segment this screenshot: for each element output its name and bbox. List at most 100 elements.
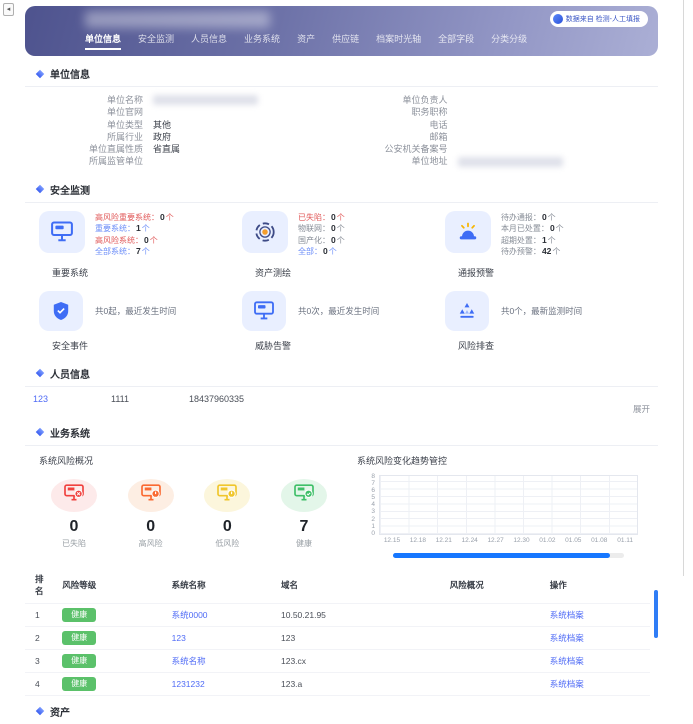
- chart-horizontal-scrollbar: [393, 553, 624, 558]
- low-risk-monitor-icon: [217, 484, 237, 506]
- monitor-icon: [39, 211, 85, 253]
- col-rank: 排名: [25, 568, 56, 604]
- cell-risk-overview: [444, 672, 544, 695]
- field-regulator: 所属监管单位: [31, 155, 336, 167]
- field-phone: 电话: [336, 119, 641, 131]
- section-title: 安全监测: [50, 182, 90, 197]
- tab-business-systems[interactable]: 业务系统: [244, 32, 280, 50]
- stat-card-healthy: 7 健康: [271, 479, 337, 549]
- cell-risk-overview: [444, 626, 544, 649]
- event-card-text: 共0次，最近发生时间: [298, 305, 379, 317]
- section-diamond-icon: [36, 185, 44, 193]
- field-unit-address: 单位地址: [336, 155, 641, 167]
- stat-overdue: 超期处置：1个: [501, 235, 564, 247]
- stat-value: 7: [271, 519, 337, 535]
- event-cards-row: 共0起，最近发生时间 安全事件 共0次，最近发生时间 威胁告警: [25, 279, 658, 358]
- section-diamond-icon: [36, 707, 44, 715]
- risk-scan-icon: [445, 291, 489, 331]
- tab-assets[interactable]: 资产: [297, 32, 315, 50]
- stat-label: 健康: [271, 538, 337, 549]
- cell-domain: 123.a: [275, 672, 444, 695]
- cell-rank: 3: [25, 649, 56, 672]
- field-industry: 所属行业 政府: [31, 131, 336, 143]
- field-unit-type: 单位类型 其他: [31, 119, 336, 131]
- siren-icon: [445, 211, 491, 253]
- collapse-panel-button[interactable]: ◂: [3, 3, 14, 16]
- event-card-security-events: 共0起，最近发生时间 安全事件: [39, 291, 242, 352]
- stat-value: 0: [118, 519, 184, 535]
- system-archive-link[interactable]: 系统档案: [550, 656, 584, 666]
- tab-supply-chain[interactable]: 供应链: [332, 32, 359, 50]
- radar-icon: [242, 211, 288, 253]
- alert-monitor-icon: [242, 291, 286, 331]
- shield-icon: [39, 291, 83, 331]
- tab-archive-timeline[interactable]: 档案时光轴: [376, 32, 421, 50]
- cell-rank: 2: [25, 626, 56, 649]
- risk-level-badge[interactable]: 健康: [62, 608, 96, 622]
- risk-overview-panel: 系统风险概况 0 已失陷: [31, 450, 349, 558]
- system-archive-link[interactable]: 系统档案: [550, 633, 584, 643]
- app-window: ◂ 数据来自 检测-人工填报 单位信息 安全监测 人员信息 业务系统 资产 供应…: [0, 0, 684, 576]
- table-header-row: 排名 风险等级 系统名称 域名 风险概况 操作: [25, 568, 650, 604]
- stat-domestic: 国产化：0个: [298, 235, 345, 247]
- stat-iot: 物联网：0个: [298, 223, 345, 235]
- tab-unit-info[interactable]: 单位信息: [85, 32, 121, 50]
- stat-high-risk-important: 高风险重要系统：0个: [95, 212, 174, 224]
- system-name-link[interactable]: 系统名称: [172, 656, 206, 666]
- monitor-card-notification-warning: 待办通报：0个 本月已处置：0个 超期处置：1个 待办预警：42个 通报预警: [445, 211, 648, 279]
- section-title: 业务系统: [50, 425, 90, 440]
- cell-risk-overview: [444, 603, 544, 626]
- stat-high-risk-systems: 高风险系统：0个: [95, 235, 174, 247]
- section-diamond-icon: [36, 369, 44, 377]
- stat-important-systems: 重要系统：1个: [95, 223, 174, 235]
- system-name-link[interactable]: 123: [172, 633, 186, 643]
- col-risk-level: 风险等级: [56, 568, 165, 604]
- person-name-link[interactable]: 123: [33, 394, 111, 404]
- tab-classification[interactable]: 分类分级: [491, 32, 527, 50]
- risk-trend-panel: 系统风险变化趋势管控 876543210 12.1512.1812.2112.2…: [349, 450, 652, 558]
- section-security-monitor-header: 安全监测: [37, 182, 658, 197]
- cell-domain: 123: [275, 626, 444, 649]
- field-unit-website: 单位官网: [31, 106, 336, 118]
- monitor-card-important-systems: 高风险重要系统：0个 重要系统：1个 高风险系统：0个 全部系统：7个 重要系统: [39, 211, 242, 279]
- system-archive-link[interactable]: 系统档案: [550, 679, 584, 689]
- redacted-unit-address-value: [458, 157, 563, 167]
- field-email: 邮箱: [336, 131, 641, 143]
- section-personnel-header: 人员信息: [37, 366, 658, 381]
- risk-level-badge[interactable]: 健康: [62, 677, 96, 691]
- table-row: 3 健康 系统名称 123.cx 系统档案: [25, 649, 650, 672]
- person-phone: 18437960335: [189, 394, 244, 404]
- risk-level-badge[interactable]: 健康: [62, 631, 96, 645]
- stat-card-high-risk: 0 高风险: [118, 479, 184, 549]
- header: 数据来自 检测-人工填报 单位信息 安全监测 人员信息 业务系统 资产 供应链 …: [25, 6, 658, 56]
- monitor-cards-row: 高风险重要系统：0个 重要系统：1个 高风险系统：0个 全部系统：7个 重要系统…: [25, 203, 658, 279]
- section-business-header: 业务系统: [37, 425, 658, 440]
- risk-level-badge[interactable]: 健康: [62, 654, 96, 668]
- expand-button[interactable]: 展开: [633, 403, 650, 415]
- chart-scrollbar-thumb[interactable]: [393, 553, 610, 558]
- redacted-unit-name-value: [153, 95, 258, 105]
- monitor-card-label: 资产测绘: [255, 266, 445, 279]
- compromised-monitor-icon: [64, 484, 84, 506]
- table-vertical-scrollbar[interactable]: [654, 590, 658, 638]
- field-unit-head: 单位负责人: [336, 94, 641, 106]
- unit-info-grid: 单位名称 单位负责人 单位官网 职务职称 单位类型 其他 电话: [25, 87, 658, 174]
- chart-y-axis: 876543210: [365, 473, 375, 537]
- redacted-unit-title: [85, 11, 270, 28]
- chart-plot-area: 876543210: [379, 475, 638, 535]
- event-card-text: 共0个，最新监测时间: [501, 305, 582, 317]
- collapse-arrow-icon: ◂: [7, 6, 11, 13]
- data-source-badge[interactable]: 数据来自 检测-人工填报: [550, 11, 648, 27]
- stat-card-low-risk: 0 低风险: [194, 479, 260, 549]
- system-name-link[interactable]: 系统0000: [172, 610, 208, 620]
- stat-value: 0: [194, 519, 260, 535]
- event-card-risk-screening: 共0个，最新监测时间 风险排查: [445, 291, 648, 352]
- monitor-card-label: 通报预警: [458, 266, 648, 279]
- tab-security-monitor[interactable]: 安全监测: [138, 32, 174, 50]
- tab-all-fields[interactable]: 全部字段: [438, 32, 474, 50]
- system-name-link[interactable]: 1231232: [172, 679, 205, 689]
- tab-personnel-info[interactable]: 人员信息: [191, 32, 227, 50]
- event-card-label: 威胁告警: [255, 339, 445, 352]
- person-post: 1111: [111, 394, 189, 404]
- system-archive-link[interactable]: 系统档案: [550, 610, 584, 620]
